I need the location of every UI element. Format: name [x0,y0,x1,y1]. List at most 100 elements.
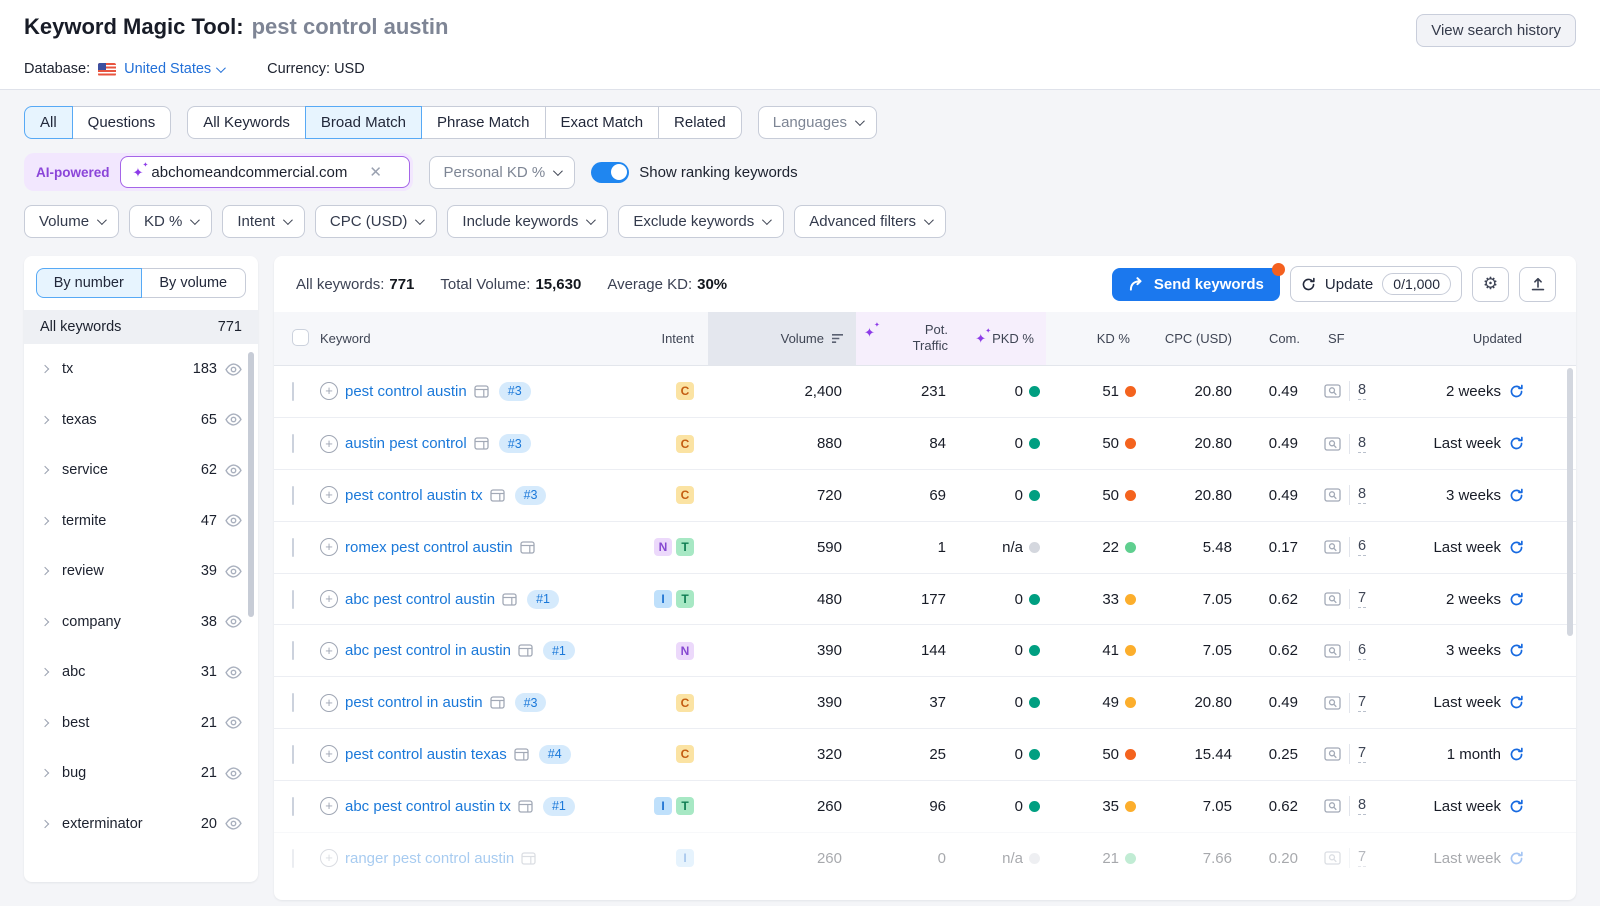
tab-exact-match[interactable]: Exact Match [545,106,660,139]
group-list-item[interactable]: termite 47 [24,496,258,547]
keyword-link[interactable]: abc pest control austin tx [345,798,511,815]
col-sf[interactable]: SF [1324,312,1410,365]
refresh-metrics-icon[interactable] [1509,747,1524,762]
col-intent[interactable]: Intent [620,312,708,365]
refresh-metrics-icon[interactable] [1509,851,1524,866]
personal-kd-dropdown[interactable]: Personal KD % [429,156,576,189]
keyword-link[interactable]: pest control austin [345,383,467,400]
eye-icon[interactable] [225,666,242,679]
serp-preview-icon[interactable] [474,437,489,450]
tab-related[interactable]: Related [658,106,742,139]
group-list-item[interactable]: review 39 [24,546,258,597]
eye-icon[interactable] [225,716,242,729]
col-pot-traffic[interactable]: ✦✦Pot.Traffic [856,312,956,365]
serp-preview-icon[interactable] [502,593,517,606]
keyword-link[interactable]: ranger pest control austin [345,850,514,867]
serp-preview-icon[interactable] [490,489,505,502]
tab-questions[interactable]: Questions [72,106,172,139]
col-pkd[interactable]: ✦✦PKD % [956,312,1046,365]
advanced-filters[interactable]: Advanced filters [794,205,946,238]
serp-preview-icon[interactable] [518,644,533,657]
exclude-keywords-filter[interactable]: Exclude keywords [618,205,784,238]
view-search-history-button[interactable]: View search history [1416,14,1576,47]
add-keyword-icon[interactable]: + [320,694,338,712]
tab-by-volume[interactable]: By volume [141,268,247,298]
serp-features-icon[interactable] [1324,696,1341,710]
tab-phrase-match[interactable]: Phrase Match [421,106,546,139]
add-keyword-icon[interactable]: + [320,745,338,763]
send-keywords-button[interactable]: Send keywords [1112,268,1280,301]
row-checkbox[interactable] [292,849,294,868]
group-list-item[interactable]: texas 65 [24,395,258,446]
row-checkbox[interactable] [292,745,294,764]
tab-broad-match[interactable]: Broad Match [305,106,422,139]
kd-filter[interactable]: KD % [129,205,212,238]
refresh-metrics-icon[interactable] [1509,488,1524,503]
clear-domain-icon[interactable]: ✕ [369,163,382,181]
row-checkbox[interactable] [292,797,294,816]
group-list-item[interactable]: exterminator 20 [24,799,258,850]
keyword-link[interactable]: pest control in austin [345,694,483,711]
eye-icon[interactable] [225,817,242,830]
intent-filter[interactable]: Intent [222,205,305,238]
row-checkbox[interactable] [292,590,294,609]
serp-preview-icon[interactable] [521,852,536,865]
keyword-link[interactable]: abc pest control in austin [345,642,511,659]
serp-preview-icon[interactable] [518,800,533,813]
row-checkbox[interactable] [292,538,294,557]
eye-icon[interactable] [225,363,242,376]
refresh-metrics-icon[interactable] [1509,540,1524,555]
add-keyword-icon[interactable]: + [320,642,338,660]
cpc-filter[interactable]: CPC (USD) [315,205,438,238]
refresh-metrics-icon[interactable] [1509,695,1524,710]
col-keyword[interactable]: Keyword [320,312,620,365]
group-list-item[interactable]: service 62 [24,445,258,496]
group-list-item[interactable]: bug 21 [24,748,258,799]
volume-filter[interactable]: Volume [24,205,119,238]
add-keyword-icon[interactable]: + [320,486,338,504]
row-checkbox[interactable] [292,486,294,505]
tab-all[interactable]: All [24,106,73,139]
eye-icon[interactable] [225,413,242,426]
row-checkbox[interactable] [292,434,294,453]
eye-icon[interactable] [225,767,242,780]
add-keyword-icon[interactable]: + [320,435,338,453]
col-updated[interactable]: Updated [1410,312,1576,365]
keyword-link[interactable]: romex pest control austin [345,539,513,556]
eye-icon[interactable] [225,615,242,628]
keyword-link[interactable]: pest control austin texas [345,746,507,763]
col-com[interactable]: Com. [1258,312,1324,365]
add-keyword-icon[interactable]: + [320,590,338,608]
serp-features-icon[interactable] [1324,644,1341,658]
sf-count[interactable]: 6 [1358,642,1366,660]
domain-input[interactable]: ✦✦ abchomeandcommercial.com ✕ [120,156,410,188]
sf-count[interactable]: 7 [1358,849,1366,867]
group-list-item[interactable]: tx 183 [24,344,258,395]
table-settings-button[interactable]: ⚙ [1472,267,1509,302]
serp-features-icon[interactable] [1324,384,1341,398]
eye-icon[interactable] [225,514,242,527]
sf-count[interactable]: 7 [1358,745,1366,763]
add-keyword-icon[interactable]: + [320,797,338,815]
group-list-item[interactable]: abc 31 [24,647,258,698]
refresh-metrics-icon[interactable] [1509,643,1524,658]
sf-count[interactable]: 7 [1358,590,1366,608]
update-button[interactable]: Update 0/1,000 [1290,266,1462,302]
row-checkbox[interactable] [292,382,294,401]
refresh-metrics-icon[interactable] [1509,592,1524,607]
eye-icon[interactable] [225,464,242,477]
keyword-link[interactable]: abc pest control austin [345,591,495,608]
add-keyword-icon[interactable]: + [320,382,338,400]
keyword-link[interactable]: pest control austin tx [345,487,483,504]
sf-count[interactable]: 8 [1358,382,1366,400]
refresh-metrics-icon[interactable] [1509,436,1524,451]
col-volume[interactable]: Volume [708,312,856,365]
col-kd[interactable]: KD % [1046,312,1138,365]
serp-features-icon[interactable] [1324,540,1341,554]
all-keywords-row[interactable]: All keywords 771 [24,310,258,344]
row-checkbox[interactable] [292,693,294,712]
add-keyword-icon[interactable]: + [320,849,338,867]
languages-dropdown[interactable]: Languages [758,106,877,139]
serp-features-icon[interactable] [1324,592,1341,606]
export-button[interactable] [1519,267,1556,302]
